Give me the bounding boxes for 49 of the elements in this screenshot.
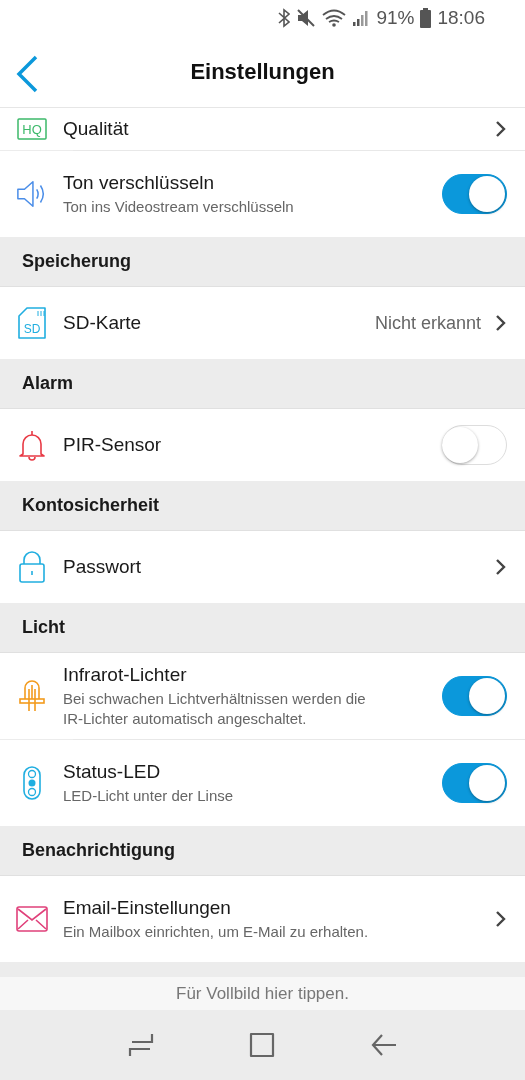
- chevron-icon: [495, 314, 507, 332]
- settings-row[interactable]: Infrarot-Lichter Bei schwachen Lichtverhältnissen werden die IR-Lichter automatisch angeschaltet.: [0, 653, 525, 739]
- chevron-icon: [495, 120, 507, 138]
- settings-row[interactable]: Email-Einstellungen Ein Mailbox einrichten, um E-Mail zu erhalten.: [0, 876, 525, 962]
- clock-time: 18:06: [437, 7, 485, 29]
- setting-label: SD-Karte: [63, 312, 143, 334]
- sd-card-icon: SD: [18, 307, 46, 339]
- battery-icon: [420, 8, 432, 28]
- bluetooth-icon: [278, 8, 291, 28]
- recents-icon[interactable]: [127, 1032, 154, 1058]
- setting-description: Ton ins Videostream verschlüsseln: [63, 196, 295, 217]
- lamp-icon: [18, 679, 46, 713]
- toggle-switch[interactable]: [442, 676, 507, 716]
- fullscreen-hint: Für Vollbild hier tippen.: [176, 983, 349, 1004]
- lock-icon: [18, 550, 46, 584]
- fullscreen-hint-bar[interactable]: Für Vollbild hier tippen.: [0, 977, 525, 1010]
- setting-label: Status-LED: [63, 760, 162, 783]
- chevron-icon: [495, 558, 507, 576]
- setting-label: Passwort: [63, 556, 143, 578]
- settings-row[interactable]: Status-LED LED-Licht unter der Linse: [0, 740, 525, 826]
- settings-row[interactable]: Ton verschlüsseln Ton ins Videostream verschlüsseln: [0, 151, 525, 237]
- page-title: Einstellungen: [190, 58, 335, 85]
- envelope-icon: [16, 906, 48, 932]
- hq-icon: HQ: [17, 118, 47, 140]
- home-icon[interactable]: [249, 1032, 276, 1058]
- battery-percent: 91%: [376, 7, 415, 29]
- back-icon[interactable]: [14, 54, 40, 94]
- back-arrow-icon[interactable]: [371, 1032, 398, 1058]
- mute-icon: [296, 8, 317, 28]
- toggle-switch[interactable]: [442, 174, 507, 214]
- wifi-icon: [322, 8, 347, 28]
- bell-icon: [18, 429, 46, 461]
- setting-description: Bei schwachen Lichtverhältnissen werden die IR-Lichter automatisch angeschaltet.: [63, 688, 367, 729]
- setting-label: PIR-Sensor: [63, 434, 163, 456]
- settings-row[interactable]: HQ Qualität: [0, 108, 525, 150]
- settings-row[interactable]: Passwort: [0, 531, 525, 603]
- toggle-switch[interactable]: [442, 763, 507, 803]
- chevron-icon: [495, 910, 507, 928]
- settings-row[interactable]: PIR-Sensor: [0, 409, 525, 481]
- setting-value: Nicht erkannt: [374, 312, 481, 334]
- led-icon: [23, 766, 41, 800]
- setting-label: Qualität: [63, 118, 130, 140]
- setting-label: Email-Einstellungen: [63, 896, 232, 919]
- setting-description: Ein Mailbox einrichten, um E-Mail zu erhalten.: [63, 921, 370, 942]
- settings-row[interactable]: SD SD-Karte Nicht erkannt: [0, 287, 525, 359]
- setting-label: Ton verschlüsseln: [63, 171, 216, 194]
- signal-icon: [352, 8, 371, 28]
- setting-description: LED-Licht unter der Linse: [63, 785, 235, 806]
- setting-label: Infrarot-Lichter: [63, 663, 188, 686]
